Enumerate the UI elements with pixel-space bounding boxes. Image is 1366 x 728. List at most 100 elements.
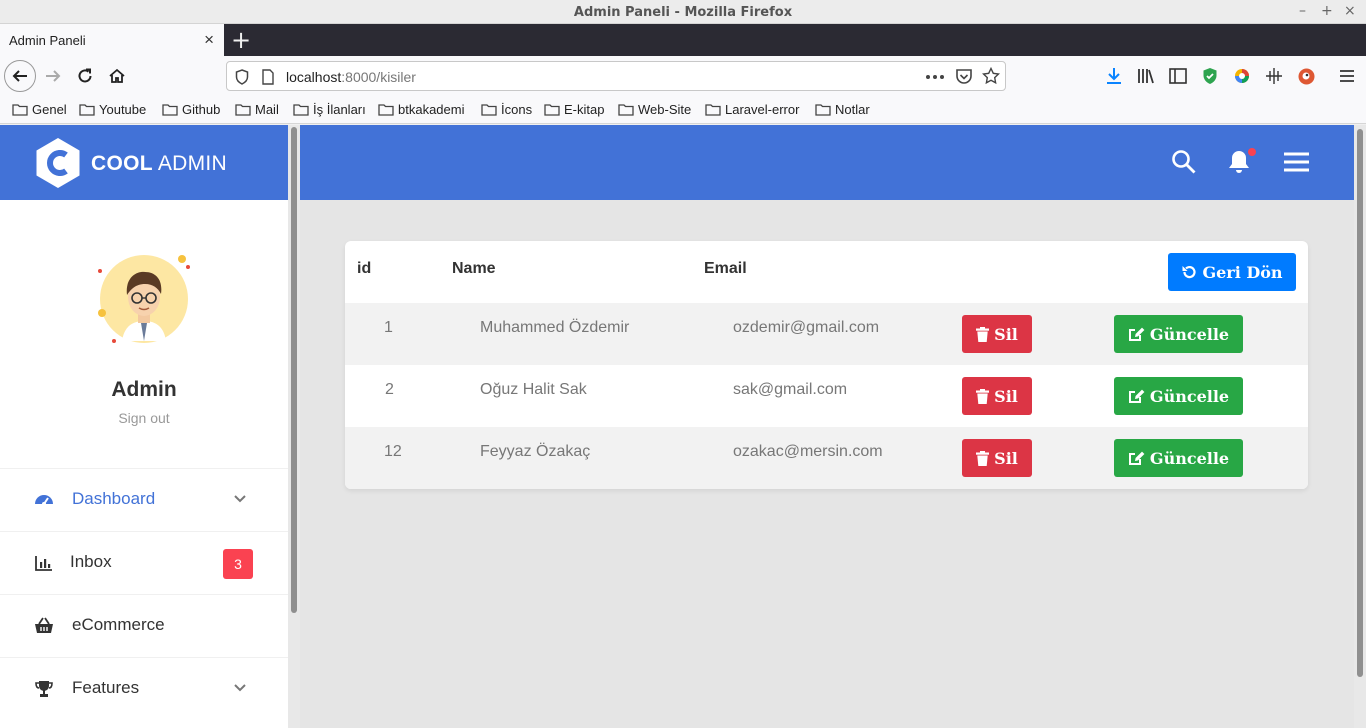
logo-text-bold: COOL: [91, 152, 153, 175]
cell-name: Feyyaz Özakaç: [480, 443, 591, 460]
bookmark-label: Web-Site: [638, 102, 692, 117]
bookmark-folder[interactable]: İcons: [481, 102, 532, 117]
bookmark-folder[interactable]: Github: [162, 102, 220, 117]
sign-out-link[interactable]: Sign out: [0, 410, 288, 426]
bookmark-label: İcons: [501, 102, 533, 117]
bookmark-star-icon[interactable]: [982, 67, 1000, 85]
navigation-toolbar: localhost:8000/kisiler: [0, 56, 1366, 96]
users-table-card: id Name Email Geri Dön 1 Muhammed Özdemi…: [345, 241, 1308, 489]
cell-id: 12: [384, 443, 402, 460]
search-icon[interactable]: [1171, 149, 1197, 175]
url-text[interactable]: localhost:8000/kisiler: [286, 69, 416, 85]
reload-button[interactable]: [69, 60, 101, 92]
bookmark-folder[interactable]: btkakademi: [378, 102, 464, 117]
window-minimize-button[interactable]: –: [1299, 3, 1306, 19]
sidebar-item-features[interactable]: Features: [0, 657, 288, 720]
library-icon[interactable]: [1137, 67, 1155, 85]
bookmarks-toolbar: Genel Youtube Github Mail İş İlanları bt…: [0, 96, 1366, 124]
notification-dot: [1248, 148, 1256, 156]
url-host: localhost: [286, 69, 342, 85]
delete-button[interactable]: Sil: [962, 377, 1032, 415]
window-titlebar: Admin Paneli - Mozilla Firefox – + ×: [0, 0, 1366, 24]
more-actions-icon[interactable]: [926, 74, 944, 80]
update-button[interactable]: Güncelle: [1114, 315, 1243, 353]
window-title: Admin Paneli - Mozilla Firefox: [573, 5, 793, 20]
cell-email: ozdemir@gmail.com: [733, 319, 880, 336]
sidebar-scrollbar-thumb[interactable]: [291, 127, 297, 613]
home-icon: [109, 68, 125, 83]
table-row: 2 Oğuz Halit Sak sak@gmail.com Sil Günce…: [345, 365, 1308, 427]
undo-icon: [1182, 265, 1196, 279]
downloads-icon[interactable]: [1105, 67, 1123, 85]
bookmark-label: E-kitap: [564, 102, 605, 117]
pocket-icon[interactable]: [955, 68, 973, 85]
adblock-shield-icon[interactable]: [1201, 67, 1219, 85]
new-tab-button[interactable]: +: [231, 26, 251, 54]
avatar: [98, 255, 190, 343]
folder-icon: [481, 104, 497, 116]
bookmark-folder[interactable]: Laravel-error: [705, 102, 799, 117]
folder-icon: [378, 104, 394, 116]
sidebar-item-label: Features: [72, 678, 140, 697]
bookmark-label: Mail: [255, 102, 279, 117]
url-path: :8000/kisiler: [341, 69, 416, 85]
home-button[interactable]: [101, 60, 133, 92]
sidebar-toggle-icon[interactable]: [1169, 67, 1187, 85]
hamburger-menu-icon[interactable]: [1283, 151, 1310, 173]
measure-crosshair-icon[interactable]: [1265, 67, 1283, 85]
bookmark-label: Github: [182, 102, 221, 117]
tab-strip: Admin Paneli × +: [0, 24, 1366, 56]
bookmark-folder[interactable]: İş İlanları: [293, 102, 366, 117]
update-button[interactable]: Güncelle: [1114, 377, 1243, 415]
folder-icon: [12, 104, 28, 116]
bookmark-folder[interactable]: Web-Site: [618, 102, 691, 117]
cell-id: 2: [385, 381, 394, 398]
tab-title: Admin Paneli: [9, 33, 86, 48]
forward-button[interactable]: [37, 60, 69, 92]
edit-icon: [1128, 327, 1145, 341]
delete-button[interactable]: Sil: [962, 439, 1032, 477]
page-info-icon[interactable]: [261, 69, 275, 85]
bookmark-folder[interactable]: Mail: [235, 102, 279, 117]
folder-icon: [293, 104, 309, 116]
back-button[interactable]: [4, 60, 36, 92]
update-button[interactable]: Güncelle: [1114, 439, 1243, 477]
update-button-label: Güncelle: [1149, 386, 1230, 406]
inbox-count-badge: 3: [223, 549, 253, 579]
cell-email: ozakac@mersin.com: [733, 443, 883, 460]
cell-email: sak@gmail.com: [733, 381, 848, 398]
tab-admin-paneli[interactable]: Admin Paneli ×: [0, 24, 224, 56]
url-bar[interactable]: localhost:8000/kisiler: [226, 61, 1006, 91]
cell-name: Oğuz Halit Sak: [480, 381, 587, 398]
bookmark-folder[interactable]: Genel: [12, 102, 67, 117]
page-scrollbar-thumb[interactable]: [1357, 129, 1363, 677]
trophy-icon: [35, 681, 53, 697]
folder-icon: [162, 104, 178, 116]
arrow-left-icon: [12, 70, 27, 82]
color-picker-icon[interactable]: [1233, 67, 1251, 85]
app-menu-icon[interactable]: [1338, 67, 1356, 85]
sidebar-item-label: Dashboard: [72, 489, 156, 508]
edit-icon: [1128, 389, 1145, 403]
edit-icon: [1128, 451, 1145, 465]
sidebar-item-inbox[interactable]: Inbox 3: [0, 531, 288, 594]
trash-icon: [976, 326, 990, 342]
bookmark-folder[interactable]: Notlar: [815, 102, 870, 117]
sidebar-item-ecommerce[interactable]: eCommerce: [0, 594, 288, 657]
delete-button[interactable]: Sil: [962, 315, 1032, 353]
bookmark-folder[interactable]: E-kitap: [544, 102, 604, 117]
duckduckgo-icon[interactable]: [1297, 67, 1315, 85]
window-maximize-button[interactable]: +: [1321, 3, 1333, 19]
tab-close-icon[interactable]: ×: [204, 30, 214, 50]
back-button[interactable]: Geri Dön: [1168, 253, 1296, 291]
table-row: 1 Muhammed Özdemir ozdemir@gmail.com Sil…: [345, 303, 1308, 365]
sidebar-item-dashboard[interactable]: Dashboard: [0, 468, 288, 531]
shield-icon[interactable]: [235, 69, 249, 85]
window-close-button[interactable]: ×: [1344, 3, 1356, 19]
update-button-label: Güncelle: [1149, 448, 1230, 468]
column-header-id: id: [357, 260, 372, 277]
bookmark-folder[interactable]: Youtube: [79, 102, 146, 117]
folder-icon: [815, 104, 831, 116]
cell-id: 1: [384, 319, 393, 336]
logo[interactable]: COOL ADMIN: [0, 125, 288, 200]
